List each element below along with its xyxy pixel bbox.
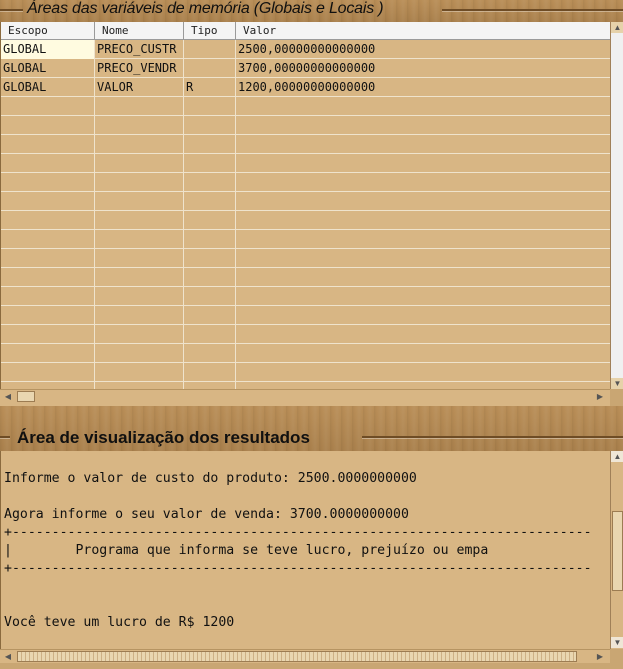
table-row[interactable]: GLOBAL VALOR R 1200,00000000000000 <box>1 78 611 97</box>
grid-vertical-scrollbar[interactable]: ▲ ▼ <box>610 22 623 389</box>
cell-scope[interactable]: GLOBAL <box>1 59 94 78</box>
console-line: +---------------------------------------… <box>4 525 592 540</box>
header-groove-left <box>0 9 23 11</box>
table-row[interactable]: GLOBAL PRECO_CUSTR 2500,00000000000000 <box>1 40 611 59</box>
left-arrow-icon[interactable]: ◀ <box>2 651 14 662</box>
console-vertical-scrollbar[interactable]: ▲ ▼ <box>610 451 623 649</box>
left-arrow-icon[interactable]: ◀ <box>2 391 14 402</box>
console-line: | Programa que informa se teve lucro, pr… <box>4 543 489 558</box>
header-groove-right <box>362 436 623 438</box>
scrollbar-corner <box>610 389 623 406</box>
results-panel-title: Área de visualização dos resultados <box>17 428 310 447</box>
console-line: Você teve um lucro de R$ 1200 <box>4 615 235 630</box>
cell-value[interactable]: 2500,00000000000000 <box>236 40 611 59</box>
scrollbar-thumb[interactable] <box>17 391 35 402</box>
cell-value[interactable]: 1200,00000000000000 <box>236 78 611 97</box>
column-header-scope[interactable]: Escopo <box>1 22 95 39</box>
cell-name[interactable]: PRECO_VENDR <box>95 59 183 78</box>
up-arrow-icon[interactable]: ▲ <box>611 451 623 462</box>
header-groove-right <box>442 9 623 11</box>
scrollbar-corner <box>610 649 623 669</box>
grid-horizontal-scrollbar[interactable]: ◀ ▶ <box>0 389 610 403</box>
bottom-edge <box>0 663 610 669</box>
column-header-value[interactable]: Valor <box>236 22 611 39</box>
cell-type[interactable] <box>184 40 235 59</box>
cell-type[interactable]: R <box>184 78 235 97</box>
down-arrow-icon[interactable]: ▼ <box>611 637 623 648</box>
grid-header: Escopo Nome Tipo Valor <box>1 22 611 40</box>
right-arrow-icon[interactable]: ▶ <box>594 651 606 662</box>
scrollbar-thumb[interactable] <box>17 651 577 662</box>
variables-grid[interactable]: Escopo Nome Tipo Valor GLOBAL PRECO_CUST… <box>0 22 611 389</box>
table-row[interactable]: GLOBAL PRECO_VENDR 3700,00000000000000 <box>1 59 611 78</box>
console-line: Agora informe o seu valor de venda: 3700… <box>4 507 409 522</box>
variables-panel-title: Áreas das variáveis de memória (Globais … <box>27 0 384 17</box>
down-arrow-icon[interactable]: ▼ <box>611 378 623 389</box>
console-line: Informe o valor de custo do produto: 250… <box>4 471 417 486</box>
cell-scope[interactable]: GLOBAL <box>1 40 94 59</box>
console-line: +---------------------------------------… <box>4 561 592 576</box>
column-header-type[interactable]: Tipo <box>184 22 236 39</box>
scrollbar-thumb[interactable] <box>612 511 623 591</box>
right-arrow-icon[interactable]: ▶ <box>594 391 606 402</box>
cell-value[interactable]: 3700,00000000000000 <box>236 59 611 78</box>
cell-name[interactable]: VALOR <box>95 78 183 97</box>
cell-name[interactable]: PRECO_CUSTR <box>95 40 183 59</box>
header-groove-left <box>0 436 10 438</box>
results-console[interactable]: Informe o valor de custo do produto: 250… <box>0 451 611 649</box>
cell-type[interactable] <box>184 59 235 78</box>
column-header-name[interactable]: Nome <box>95 22 184 39</box>
up-arrow-icon[interactable]: ▲ <box>611 22 623 33</box>
variables-panel-header: Áreas das variáveis de memória (Globais … <box>0 0 623 22</box>
cell-scope[interactable]: GLOBAL <box>1 78 94 97</box>
grid-body: GLOBAL PRECO_CUSTR 2500,00000000000000 G… <box>1 40 611 389</box>
console-horizontal-scrollbar[interactable]: ◀ ▶ <box>0 649 610 664</box>
